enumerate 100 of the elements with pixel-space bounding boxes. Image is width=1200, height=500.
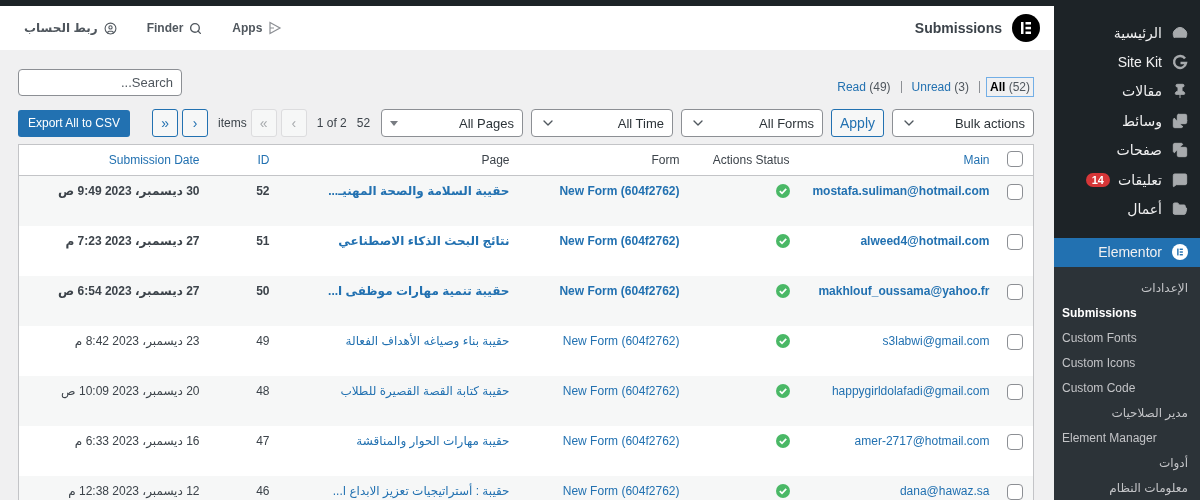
submenu-item[interactable]: معلومات النظام — [1054, 475, 1200, 500]
column-header[interactable]: ID — [209, 144, 280, 176]
page-link[interactable]: حقيبة مهارات الحوار والمناقشة — [356, 433, 510, 448]
submenu-item[interactable]: الإعدادات — [1054, 275, 1200, 300]
submenu-item[interactable]: Custom Fonts — [1054, 325, 1200, 350]
success-check-icon — [775, 283, 790, 298]
row-checkbox[interactable] — [1007, 283, 1023, 300]
pin-icon — [1172, 83, 1188, 100]
submenu-item[interactable]: Element Manager — [1054, 425, 1200, 450]
elementor-logo-icon — [1012, 14, 1040, 42]
id-cell: 50 — [256, 283, 270, 298]
apply-button[interactable]: Apply — [830, 109, 884, 137]
select-all-checkbox[interactable] — [1007, 150, 1023, 167]
page-link[interactable]: حقيبة بناء وصياغه الأهداف الفعالة — [345, 333, 510, 348]
form-link[interactable]: New Form (604f2762) — [559, 184, 680, 198]
email-link[interactable]: dana@hawaz.sa — [899, 483, 990, 498]
date-cell: 16 ديسمبر، 2023 6:33 م — [74, 433, 200, 448]
filter-select[interactable]: All Pages — [380, 109, 523, 137]
success-check-icon — [775, 233, 790, 248]
sidebar-item[interactable]: Elementor — [1054, 237, 1200, 267]
filter-select[interactable]: Bulk actions — [892, 109, 1034, 137]
play-outline-icon — [268, 21, 283, 35]
id-cell: 49 — [256, 333, 270, 348]
submenu-item[interactable]: مدير الصلاحيات — [1054, 400, 1200, 425]
sidebar-item[interactable]: أعمال — [1054, 194, 1200, 224]
date-cell: 27 ديسمبر، 2023 7:23 م — [65, 233, 200, 248]
form-link[interactable]: New Form (604f2762) — [559, 233, 680, 248]
images-icon — [1172, 112, 1188, 129]
page-link[interactable]: حقيبة السلامة والصحة المهنيـ... — [328, 184, 510, 198]
page-link[interactable]: نتائج البحث الذكاء الاصطناعي — [338, 233, 510, 248]
row-checkbox[interactable] — [1007, 433, 1023, 450]
filter-select[interactable]: All Forms — [680, 109, 823, 137]
column-header: Page — [279, 144, 520, 176]
form-link[interactable]: New Form (604f2762) — [562, 333, 680, 348]
column-header: Actions Status — [689, 144, 800, 176]
email-link[interactable]: amer-2717@hotmail.com — [854, 433, 990, 448]
page-title: Submissions — [914, 20, 1002, 36]
pages-icon — [1172, 142, 1188, 159]
page-link[interactable]: حقيبة تنمية مهارات موظفى ا... — [328, 283, 510, 298]
id-cell: 51 — [256, 233, 270, 248]
header-link[interactable]: Apps — [232, 21, 283, 35]
sidebar-item[interactable]: مقالات — [1054, 76, 1200, 107]
success-check-icon — [775, 383, 790, 398]
g-logo-icon — [1172, 54, 1188, 71]
search-field[interactable]: Search... — [18, 68, 182, 96]
submenu-item[interactable]: أدوات — [1054, 450, 1200, 475]
sidebar-item[interactable]: الرئيسية — [1054, 18, 1200, 48]
date-cell: 23 ديسمبر، 2023 8:42 م — [74, 333, 200, 348]
id-cell: 52 — [256, 184, 270, 198]
success-check-icon — [775, 333, 790, 348]
email-link[interactable]: happygirldolafadi@gmail.com — [831, 383, 990, 398]
id-cell: 47 — [256, 433, 270, 448]
date-cell: 27 ديسمبر، 2023 6:54 ص — [58, 283, 200, 298]
row-checkbox[interactable] — [1007, 483, 1023, 500]
folder-icon — [1172, 200, 1188, 217]
row-checkbox[interactable] — [1007, 233, 1023, 250]
submenu-item[interactable]: Custom Code — [1054, 375, 1200, 400]
comment-icon — [1172, 171, 1188, 188]
email-link[interactable]: mostafa.suliman@hotmail.com — [812, 184, 990, 198]
count-badge: 14 — [1085, 172, 1110, 187]
caret-icon — [389, 120, 398, 126]
pagination-text: 52 — [356, 116, 371, 130]
view-filter-link[interactable]: All (52) — [985, 77, 1034, 97]
pagination-text: 1 of 2 — [316, 116, 347, 130]
page-link[interactable]: حقيبة كتابة القصة القصيرة للطلاب — [340, 383, 510, 398]
sidebar-item[interactable]: وسائط — [1054, 106, 1200, 136]
sidebar-item[interactable]: Site Kit — [1054, 47, 1200, 77]
email-link[interactable]: s3labwi@gmail.com — [882, 333, 990, 348]
view-filter-link[interactable]: Unread (3) — [907, 77, 973, 97]
submenu-item[interactable]: Submissions — [1054, 300, 1200, 325]
date-cell: 20 ديسمبر، 2023 10:09 ص — [61, 383, 200, 398]
page-nav-button[interactable]: « — [152, 109, 179, 137]
view-filter-link[interactable]: Read (49) — [833, 77, 895, 97]
header-link[interactable]: Finder — [146, 21, 203, 35]
success-check-icon — [775, 184, 790, 198]
email-link[interactable]: makhlouf_oussama@yahoo.fr — [818, 283, 990, 298]
sidebar-item[interactable]: صفحات — [1054, 135, 1200, 165]
success-check-icon — [775, 433, 790, 448]
submenu-item[interactable]: Custom Icons — [1054, 350, 1200, 375]
form-link[interactable]: New Form (604f2762) — [562, 433, 680, 448]
column-header[interactable]: Main — [799, 144, 1000, 176]
export-button[interactable]: Export All to CSV — [18, 109, 131, 137]
id-cell: 46 — [256, 483, 270, 498]
page-nav-button[interactable]: ‹ — [182, 109, 209, 137]
column-header[interactable]: Submission Date — [18, 144, 210, 176]
form-link[interactable]: New Form (604f2762) — [559, 283, 680, 298]
header-link[interactable]: ربط الحساب — [24, 21, 117, 35]
filter-select[interactable]: All Time — [530, 109, 673, 137]
row-checkbox[interactable] — [1007, 184, 1023, 200]
id-cell: 48 — [256, 383, 270, 398]
elementor-logo-icon — [1172, 244, 1188, 261]
date-cell: 12 ديسمبر، 2023 12:38 م — [68, 483, 200, 498]
column-header: Form — [519, 144, 690, 176]
page-link[interactable]: حقيبة : أستراتيجيات تعزيز الابداع ا... — [332, 483, 510, 498]
form-link[interactable]: New Form (604f2762) — [562, 483, 680, 498]
row-checkbox[interactable] — [1007, 333, 1023, 350]
pagination-text: items — [218, 116, 247, 130]
email-link[interactable]: alweed4@hotmail.com — [860, 233, 990, 248]
form-link[interactable]: New Form (604f2762) — [562, 383, 680, 398]
row-checkbox[interactable] — [1007, 383, 1023, 400]
